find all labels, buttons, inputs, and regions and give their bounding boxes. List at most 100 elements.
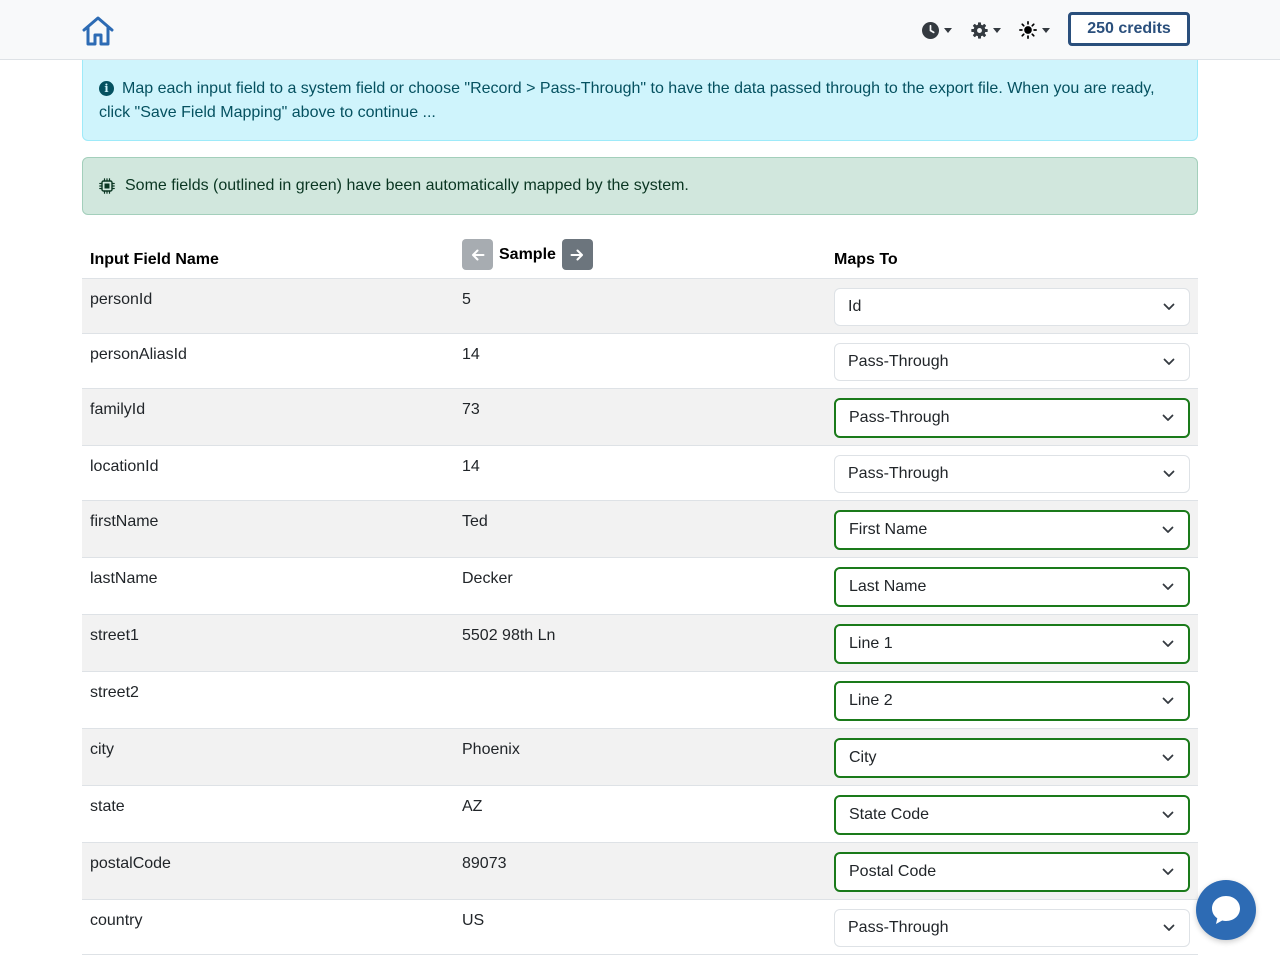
maps-to-selected-value: City bbox=[849, 749, 877, 766]
table-header: Input Field Name Sample Maps To bbox=[82, 225, 1198, 279]
field-mapping-table: Input Field Name Sample Maps To personId… bbox=[82, 225, 1198, 955]
theme-dropdown[interactable] bbox=[1019, 19, 1050, 41]
chevron-down-icon bbox=[1163, 303, 1175, 310]
sun-icon bbox=[1019, 21, 1037, 39]
maps-to-select[interactable]: Id bbox=[834, 288, 1190, 326]
table-row: street2 Line 2 bbox=[82, 672, 1198, 729]
maps-to-select[interactable]: Line 1 bbox=[834, 624, 1190, 664]
chevron-down-icon bbox=[1162, 526, 1174, 533]
table-row: locationId 14 Pass-Through bbox=[82, 446, 1198, 501]
maps-to-selected-value: Last Name bbox=[849, 578, 927, 595]
maps-to-selected-value: Line 2 bbox=[849, 692, 893, 709]
auto-map-alert-text: Some fields (outlined in green) have bee… bbox=[125, 177, 689, 194]
maps-to-select[interactable]: Line 2 bbox=[834, 681, 1190, 721]
info-alert: i Map each input field to a system field … bbox=[82, 60, 1198, 141]
input-field-name: firstName bbox=[90, 513, 159, 530]
input-field-name: personAliasId bbox=[90, 346, 187, 363]
maps-to-selected-value: Pass-Through bbox=[848, 465, 949, 482]
sample-value: Decker bbox=[462, 570, 513, 587]
sample-header-label: Sample bbox=[499, 245, 556, 263]
table-body: personId 5 Id personAliasId 14 Pass-Through fa… bbox=[82, 279, 1198, 955]
input-field-name: familyId bbox=[90, 401, 146, 418]
maps-to-select[interactable]: Pass-Through bbox=[834, 398, 1190, 438]
chevron-down-icon bbox=[1162, 868, 1174, 875]
sample-header: Sample bbox=[462, 239, 593, 270]
input-field-header: Input Field Name bbox=[90, 251, 219, 268]
maps-to-select[interactable]: Postal Code bbox=[834, 852, 1190, 892]
chevron-down-icon bbox=[1163, 924, 1175, 931]
input-field-name: personId bbox=[90, 291, 153, 308]
sample-value: 89073 bbox=[462, 855, 507, 872]
info-alert-text: Map each input field to a system field o… bbox=[99, 80, 1155, 121]
maps-to-selected-value: Pass-Through bbox=[848, 353, 949, 370]
chevron-down-icon bbox=[1162, 811, 1174, 818]
maps-to-selected-value: Id bbox=[848, 298, 862, 315]
table-row: personAliasId 14 Pass-Through bbox=[82, 334, 1198, 389]
maps-to-selected-value: State Code bbox=[849, 806, 930, 823]
maps-to-selected-value: Pass-Through bbox=[849, 409, 950, 426]
chat-bubble-icon bbox=[1212, 896, 1240, 924]
arrow-left-icon bbox=[471, 249, 484, 260]
sample-value: 14 bbox=[462, 458, 480, 475]
maps-to-select[interactable]: First Name bbox=[834, 510, 1190, 550]
arrow-right-icon bbox=[570, 249, 584, 260]
table-row: lastName Decker Last Name bbox=[82, 558, 1198, 615]
table-row: personId 5 Id bbox=[82, 279, 1198, 334]
input-field-name: street2 bbox=[90, 684, 139, 701]
table-row: state AZ State Code bbox=[82, 786, 1198, 843]
chevron-down-icon bbox=[1162, 640, 1174, 647]
maps-to-select[interactable]: Pass-Through bbox=[834, 343, 1190, 381]
chevron-down-icon bbox=[1163, 358, 1175, 365]
sample-value: 5502 98th Ln bbox=[462, 627, 556, 644]
input-field-name: country bbox=[90, 912, 143, 929]
settings-dropdown[interactable] bbox=[971, 19, 1001, 41]
sample-value: AZ bbox=[462, 798, 483, 815]
chat-button[interactable] bbox=[1196, 880, 1256, 940]
table-row: familyId 73 Pass-Through bbox=[82, 389, 1198, 446]
maps-to-selected-value: Pass-Through bbox=[848, 919, 949, 936]
sample-value: 5 bbox=[462, 291, 471, 308]
sample-value: 14 bbox=[462, 346, 480, 363]
maps-to-select[interactable]: Pass-Through bbox=[834, 909, 1190, 947]
input-field-name: postalCode bbox=[90, 855, 171, 872]
previous-sample-button[interactable] bbox=[462, 239, 493, 270]
table-row: country US Pass-Through bbox=[82, 900, 1198, 955]
clock-icon bbox=[922, 21, 939, 39]
input-field-name: state bbox=[90, 798, 125, 815]
sample-value: US bbox=[462, 912, 485, 929]
table-row: street1 5502 98th Ln Line 1 bbox=[82, 615, 1198, 672]
sample-value: Ted bbox=[462, 513, 488, 530]
top-navbar: 250 credits bbox=[0, 0, 1280, 60]
input-field-name: lastName bbox=[90, 570, 158, 587]
table-row: firstName Ted First Name bbox=[82, 501, 1198, 558]
maps-to-select[interactable]: State Code bbox=[834, 795, 1190, 835]
maps-to-selected-value: First Name bbox=[849, 521, 928, 538]
auto-map-alert: Some fields (outlined in green) have bee… bbox=[82, 157, 1198, 215]
maps-to-header: Maps To bbox=[834, 251, 898, 268]
chevron-down-icon bbox=[1042, 27, 1050, 33]
chevron-down-icon bbox=[1162, 414, 1174, 421]
chevron-down-icon bbox=[1162, 697, 1174, 704]
table-row: city Phoenix City bbox=[82, 729, 1198, 786]
sample-value: 73 bbox=[462, 401, 480, 418]
chevron-down-icon bbox=[1163, 470, 1175, 477]
chevron-down-icon bbox=[1162, 754, 1174, 761]
chevron-down-icon bbox=[993, 27, 1001, 33]
info-circle-icon: i bbox=[99, 81, 114, 96]
history-dropdown[interactable] bbox=[922, 19, 952, 41]
table-row: postalCode 89073 Postal Code bbox=[82, 843, 1198, 900]
chevron-down-icon bbox=[944, 27, 952, 33]
maps-to-select[interactable]: Pass-Through bbox=[834, 455, 1190, 493]
next-sample-button[interactable] bbox=[561, 239, 593, 270]
home-icon[interactable] bbox=[81, 15, 115, 47]
maps-to-select[interactable]: Last Name bbox=[834, 567, 1190, 607]
input-field-name: street1 bbox=[90, 627, 139, 644]
credits-button[interactable]: 250 credits bbox=[1068, 12, 1190, 46]
sample-value: Phoenix bbox=[462, 741, 520, 758]
chevron-down-icon bbox=[1162, 583, 1174, 590]
maps-to-selected-value: Postal Code bbox=[849, 863, 937, 880]
maps-to-select[interactable]: City bbox=[834, 738, 1190, 778]
cpu-chip-icon bbox=[99, 178, 115, 194]
maps-to-selected-value: Line 1 bbox=[849, 635, 893, 652]
input-field-name: city bbox=[90, 741, 114, 758]
